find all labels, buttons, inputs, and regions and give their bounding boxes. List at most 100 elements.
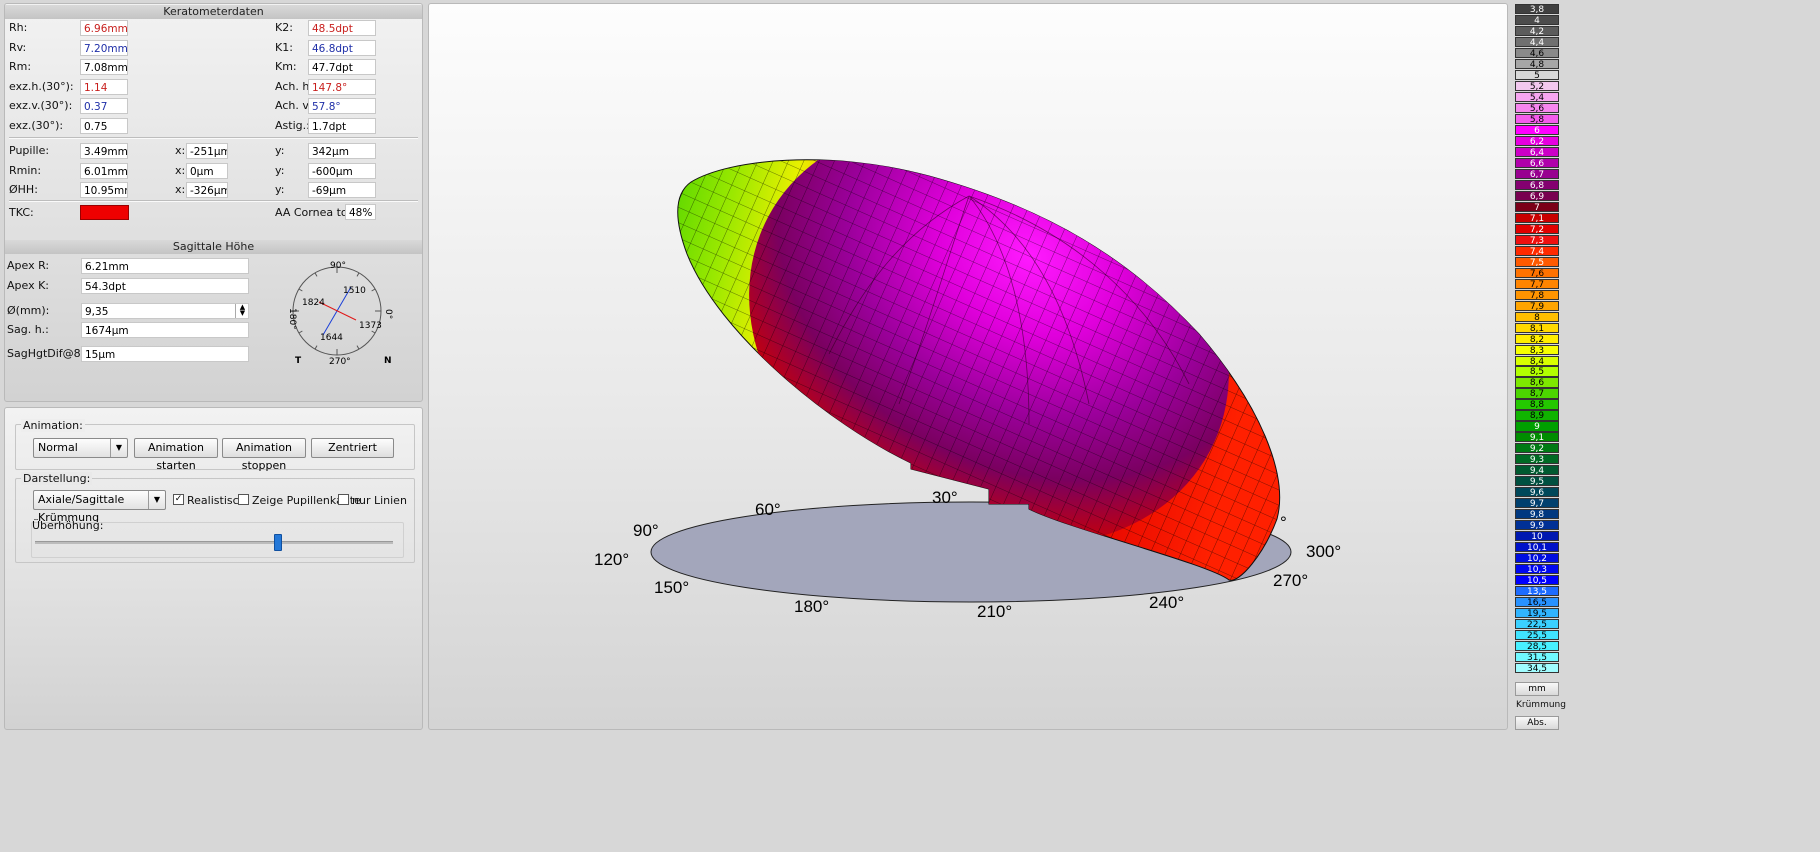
scale-entry: 6,9 [1515, 190, 1559, 202]
position-x-value: 0µm [186, 162, 228, 179]
position-y-label: y: [275, 144, 285, 157]
kera-left-value: 7.08mm [80, 59, 128, 76]
display-mode-select[interactable]: Axiale/Sagittale Krümmung ▼ [33, 490, 166, 524]
compass-value-1644: 1644 [320, 333, 343, 343]
compass-value-1824: 1824 [302, 298, 325, 308]
pupil-edge-checkbox[interactable] [238, 494, 249, 505]
compass-value-1373: 1373 [359, 321, 382, 331]
scale-entry: 25,5 [1515, 630, 1559, 641]
position-value: 3.49mm [80, 143, 128, 159]
position-y-value: -69µm [308, 182, 376, 198]
unit-mm-button[interactable]: mm [1515, 682, 1559, 696]
scale-entry: 4,2 [1515, 25, 1559, 37]
tkc-label: TKC: [9, 206, 34, 219]
scale-entry: 7,6 [1515, 267, 1559, 279]
angle-label: 90° [633, 521, 659, 540]
angle-label: ° [1280, 513, 1287, 532]
scale-entry: 4,4 [1515, 36, 1559, 48]
scale-entry: 6,2 [1515, 135, 1559, 147]
aa-cornea-field: 48% [345, 204, 376, 220]
scale-entry: 8 [1515, 311, 1559, 323]
scale-entry: 9,8 [1515, 509, 1559, 520]
kera-left-value: 1.14 [80, 78, 128, 95]
scale-entry: 5,8 [1515, 113, 1559, 125]
kera-left-value: 7.20mm [80, 39, 128, 56]
kera-left-label: Rh: [9, 21, 28, 34]
sagittal-value[interactable]: 9,35 [81, 303, 249, 319]
tkc-indicator [80, 205, 129, 220]
kera-left-value: 0.37 [80, 98, 128, 115]
scale-entry: 3,8 [1515, 4, 1559, 15]
sagittal-value: 6.21mm [81, 258, 249, 274]
scale-entry: 28,5 [1515, 641, 1559, 652]
compass-value-1510: 1510 [343, 286, 366, 296]
scale-entry: 10,1 [1515, 542, 1559, 553]
scale-entry: 8,8 [1515, 399, 1559, 410]
scale-entry: 5,2 [1515, 80, 1559, 92]
angle-label: 270° [1273, 571, 1308, 590]
kera-right-value: 57.8° [308, 98, 376, 115]
sagittal-value: 1674µm [81, 322, 249, 338]
scale-entry: 5 [1515, 69, 1559, 81]
display-label: Darstellung: [21, 472, 93, 485]
scale-entry: 6,4 [1515, 146, 1559, 158]
compass-top: 90° [330, 261, 346, 271]
position-y-value: 342µm [308, 143, 376, 159]
absolute-scale-button[interactable]: Abs. [1515, 716, 1559, 730]
position-x-label: x: [175, 183, 186, 196]
scale-entry: 4 [1515, 14, 1559, 26]
scale-entry: 7,5 [1515, 256, 1559, 268]
spin-buttons[interactable]: ▲ ▼ [235, 304, 249, 318]
scale-entry: 9,3 [1515, 454, 1559, 465]
chevron-down-icon: ▼ [110, 439, 127, 457]
scale-entry: 7 [1515, 201, 1559, 213]
kera-right-label: Astig.: [275, 119, 310, 132]
position-label: ØHH: [9, 183, 38, 196]
sagittal-label: Sag. h.: [7, 323, 49, 336]
scale-entry: 7,8 [1515, 289, 1559, 301]
controls-panel: Animation: Normal ▼ Animation starten An… [4, 407, 423, 730]
topography-3d-view[interactable]: 90° 60° 30° 120° 150° 180° 210° 240° 270° 300° ° [428, 3, 1508, 730]
elevation-slider-track[interactable] [35, 541, 393, 544]
kera-left-label: Rm: [9, 60, 32, 74]
scale-entry: 9,5 [1515, 476, 1559, 487]
curvature-label[interactable]: Krümmung [1516, 700, 1566, 710]
position-x-value: -326µm [186, 182, 228, 198]
position-y-value: -600µm [308, 162, 376, 179]
position-label: Pupille: [9, 144, 50, 157]
kera-right-label: Ach. v: [275, 99, 312, 113]
kera-left-value: 0.75 [80, 118, 128, 134]
scale-entry: 7,7 [1515, 278, 1559, 290]
scale-entry: 9,1 [1515, 432, 1559, 443]
animation-mode-select[interactable]: Normal ▼ [33, 438, 128, 458]
position-x-value: -251µm [186, 143, 228, 159]
scale-entry: 9,9 [1515, 520, 1559, 531]
scale-entry: 6,6 [1515, 157, 1559, 169]
scale-entry: 10,2 [1515, 553, 1559, 564]
elevation-label: Überhöhung: [32, 519, 104, 532]
scale-entry: 4,6 [1515, 47, 1559, 59]
scale-entry: 31,5 [1515, 652, 1559, 663]
sagittal-value: 15µm [81, 346, 249, 362]
sagittal-value: 54.3dpt [81, 278, 249, 294]
centered-button[interactable]: Zentriert [311, 438, 394, 458]
lines-only-checkbox[interactable] [338, 494, 349, 505]
animation-start-button[interactable]: Animation starten [134, 438, 218, 472]
elevation-slider-handle[interactable] [274, 534, 283, 551]
scale-entry: 8,4 [1515, 355, 1559, 367]
realistic-label: Realistisch [187, 494, 246, 507]
realistic-checkbox[interactable]: ✓ [173, 494, 184, 505]
scale-entry: 9,2 [1515, 443, 1559, 454]
scale-entry: 7,3 [1515, 234, 1559, 246]
kera-left-label: exz.v.(30°): [9, 99, 73, 113]
animation-stop-button[interactable]: Animation stoppen [222, 438, 306, 472]
position-label: Rmin: [9, 163, 42, 177]
compass-left: 180° [287, 308, 297, 330]
scale-entry: 8,7 [1515, 388, 1559, 399]
scale-entry: 8,9 [1515, 410, 1559, 421]
scale-entry: 10,5 [1515, 575, 1559, 586]
position-y-label: y: [275, 183, 285, 196]
scale-entry: 5,4 [1515, 91, 1559, 103]
angle-label: 30° [932, 488, 958, 507]
scale-entry: 4,8 [1515, 58, 1559, 70]
